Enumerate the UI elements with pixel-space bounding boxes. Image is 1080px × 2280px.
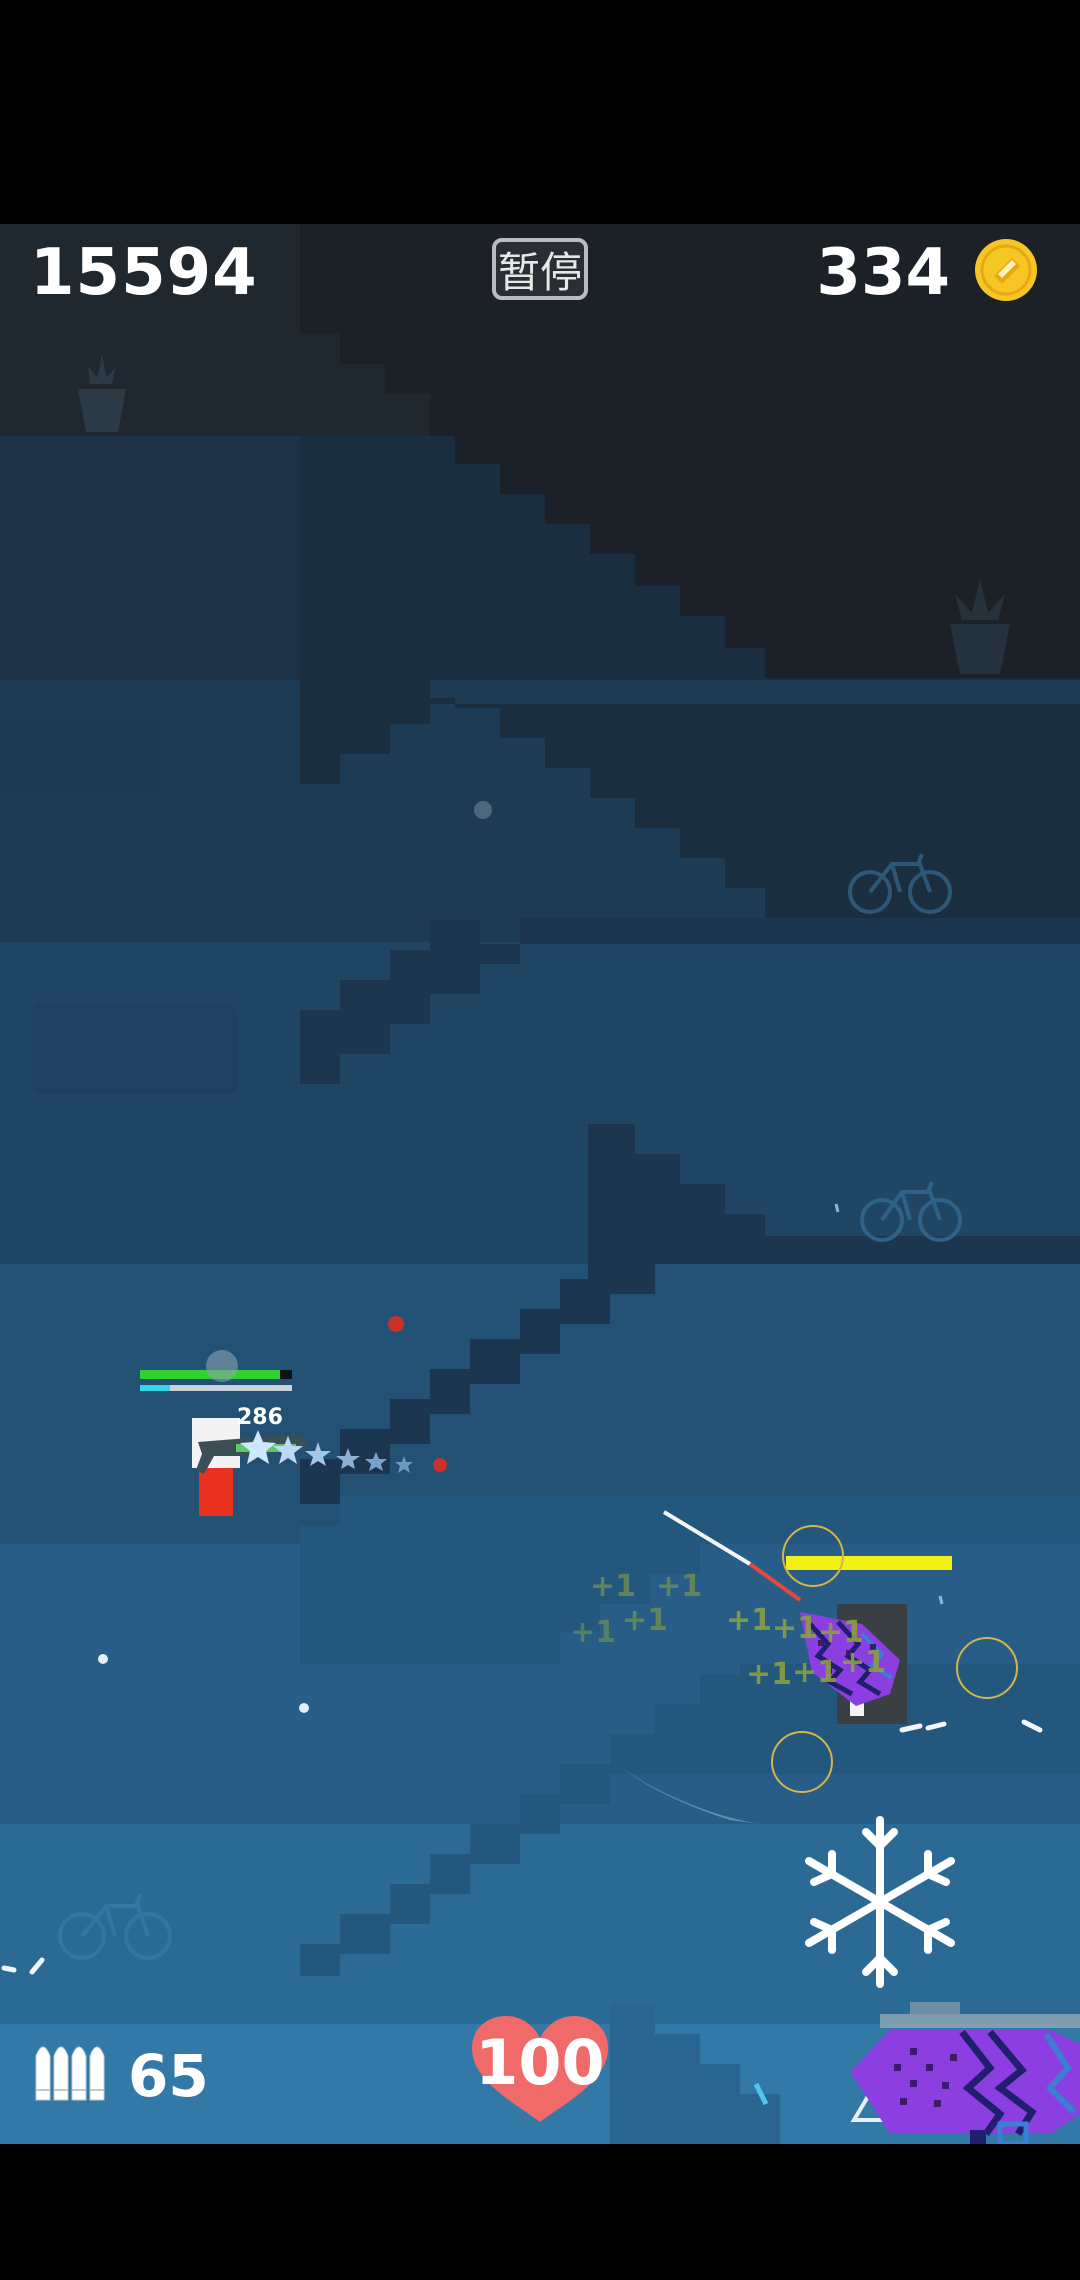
health-indicator: 100 — [470, 2014, 610, 2144]
game-stage[interactable]: 286 +1 +1 +1 +1 +1 +1 +1 +1 +1 +1 15594 … — [0, 224, 1080, 2144]
enemy-health-bar — [786, 1556, 952, 1570]
hedge-decoration — [32, 1004, 237, 1094]
bullets-icon — [35, 2046, 105, 2101]
game-scene: 286 +1 +1 +1 +1 +1 +1 +1 +1 +1 +1 — [0, 224, 1080, 2144]
skull-status-icon — [206, 1350, 238, 1382]
blood-particle — [433, 1458, 447, 1472]
hit-popup: +1 — [656, 1569, 702, 1604]
coin-icon — [975, 239, 1037, 301]
hedge-decoration — [0, 714, 165, 796]
damage-popup: 286 — [237, 1405, 283, 1430]
hit-popup: +1 — [792, 1655, 838, 1690]
hit-popup: +1 — [570, 1615, 616, 1650]
weapon-switch-button[interactable] — [850, 1984, 1080, 2144]
hit-popup: +1 — [590, 1569, 636, 1604]
ammo-counter: 65 — [128, 2042, 209, 2110]
dust-particle — [299, 1703, 309, 1713]
pause-button[interactable]: 暂停 — [492, 238, 588, 300]
dust-particle — [474, 801, 492, 819]
hit-popup: +1 — [726, 1603, 772, 1638]
coin-counter: 334 — [816, 236, 950, 310]
hit-popup: +1 — [746, 1657, 792, 1692]
player-shield-bar — [140, 1385, 170, 1391]
blood-particle — [388, 1316, 404, 1332]
health-value: 100 — [475, 2026, 605, 2099]
hit-popup: +1 — [772, 1611, 818, 1646]
rain-streak — [834, 1203, 840, 1213]
rain-streak — [938, 1595, 944, 1605]
score-counter: 15594 — [30, 236, 258, 310]
dust-particle — [98, 1654, 108, 1664]
hit-popup: +1 — [840, 1645, 886, 1680]
hit-popup: +1 — [622, 1603, 668, 1638]
